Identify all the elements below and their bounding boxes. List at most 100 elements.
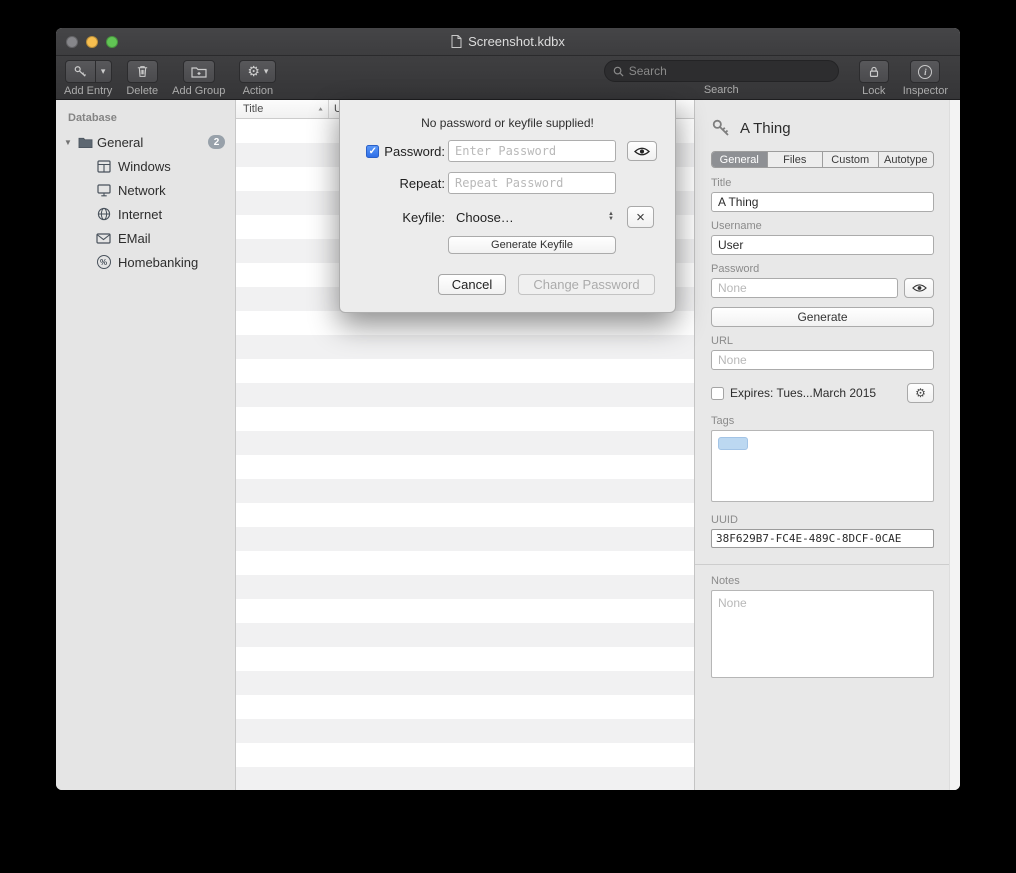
add-group-label: Add Group [172,85,225,97]
column-header-title[interactable]: Title ▲ [236,100,329,118]
delete-label: Delete [126,85,158,97]
expires-checkbox[interactable] [711,387,724,400]
windows-icon [96,159,111,174]
stepper-icon: ▲ ▼ [608,212,616,222]
cancel-button[interactable]: Cancel [438,274,506,295]
keyfile-label: Keyfile: [402,210,445,225]
clear-keyfile-button[interactable]: × [627,206,654,228]
globe-icon [96,207,111,222]
change-password-label: Change Password [533,277,639,292]
add-entry-label: Add Entry [64,85,112,97]
tags-box[interactable] [711,430,934,502]
keyfile-value: Choose… [448,210,608,225]
reveal-password-button[interactable] [904,278,934,298]
delete-item: Delete [126,60,158,97]
inspector-label: Inspector [903,85,948,97]
sidebar-item-email[interactable]: EMail [56,226,235,250]
expires-label: Expires: Tues...March 2015 [730,386,901,400]
sort-ascending-icon: ▲ [317,106,324,112]
tab-general[interactable]: General [712,152,768,167]
generate-label: Generate [797,310,847,324]
key-icon [711,118,731,138]
search-label: Search [704,84,739,96]
generate-keyfile-button[interactable]: Generate Keyfile [448,236,616,254]
title-bar: Screenshot.kdbx [56,28,960,56]
tag-chip[interactable] [718,437,748,450]
eye-icon [912,283,927,293]
reveal-password-button[interactable] [627,141,657,161]
chevron-down-icon: ▾ [101,66,106,77]
window-title-text: Screenshot.kdbx [468,34,565,49]
sidebar-item-label: Windows [118,159,171,174]
keyfile-popup-button[interactable]: Choose… ▲ ▼ [448,206,616,228]
repeat-input[interactable] [448,172,616,194]
cancel-label: Cancel [452,277,492,292]
tab-custom[interactable]: Custom [823,152,879,167]
disclosure-triangle-icon[interactable]: ▼ [64,138,74,147]
repeat-label-cell: Repeat: [362,176,445,191]
inspector-item: i Inspector [903,60,948,97]
sidebar-item-label: Homebanking [118,255,198,270]
percent-icon: % [96,255,111,270]
inspector-button[interactable]: i [910,60,940,83]
gear-icon: ⚙ [915,386,926,400]
envelope-icon [96,231,111,246]
sidebar-section-header: Database [56,112,235,124]
trash-icon [135,64,150,79]
minimize-button[interactable] [86,36,98,48]
dialog-actions: Cancel Change Password [340,274,675,295]
tab-files[interactable]: Files [768,152,824,167]
url-field-label: URL [711,335,934,347]
notes-field-label: Notes [711,575,934,587]
change-password-button[interactable]: Change Password [518,274,655,295]
sidebar-item-homebanking[interactable]: % Homebanking [56,250,235,274]
search-field[interactable] [604,60,839,82]
lock-button[interactable] [859,60,889,83]
delete-button[interactable] [127,60,158,83]
repeat-row: Repeat: [340,172,675,194]
inspector-panel: A Thing General Files Custom Autotype Ti… [694,100,960,790]
password-row: ✓ Password: [340,140,675,162]
tab-autotype[interactable]: Autotype [879,152,934,167]
document-icon [451,35,462,48]
sidebar-item-label: EMail [118,231,151,246]
add-entry-dropdown-button[interactable]: ▾ [96,60,112,83]
password-input[interactable] [448,140,616,162]
keyfile-label-cell: Keyfile: [362,210,445,225]
add-group-button[interactable] [183,60,215,83]
search-input[interactable] [629,64,830,78]
sidebar-item-windows[interactable]: Windows [56,154,235,178]
uuid-field[interactable] [711,529,934,548]
eye-icon [634,146,650,157]
password-checkbox[interactable]: ✓ [366,145,379,158]
inspector-scrollbar[interactable] [949,100,960,790]
add-entry-button[interactable] [65,60,96,83]
entry-title: A Thing [740,120,791,137]
expires-settings-button[interactable]: ⚙ [907,383,934,403]
close-icon: × [636,209,645,226]
password-field-label: Password [711,263,934,275]
sidebar-item-network[interactable]: Network [56,178,235,202]
title-field[interactable] [711,192,934,212]
toolbar: ▾ Add Entry Delete Add Group ⚙ [56,56,960,100]
folder-icon [78,135,93,150]
notes-field[interactable] [711,590,934,678]
action-button[interactable]: ⚙ ▾ [239,60,276,83]
username-field[interactable] [711,235,934,255]
chevron-down-icon: ▾ [264,66,269,77]
zoom-button[interactable] [106,36,118,48]
search-item: Search [604,60,839,96]
sidebar-item-general[interactable]: ▼ General 2 [56,130,235,154]
password-label-cell: ✓ Password: [362,144,445,159]
password-field[interactable] [711,278,898,298]
search-icon [613,66,624,77]
close-button[interactable] [66,36,78,48]
inspector-tabs: General Files Custom Autotype [711,151,934,168]
password-label: Password: [384,144,445,159]
sidebar-item-internet[interactable]: Internet [56,202,235,226]
url-field[interactable] [711,350,934,370]
expires-row: Expires: Tues...March 2015 ⚙ [711,383,934,403]
inspector-header: A Thing [711,118,934,138]
info-icon: i [918,65,932,79]
generate-password-button[interactable]: Generate [711,307,934,327]
